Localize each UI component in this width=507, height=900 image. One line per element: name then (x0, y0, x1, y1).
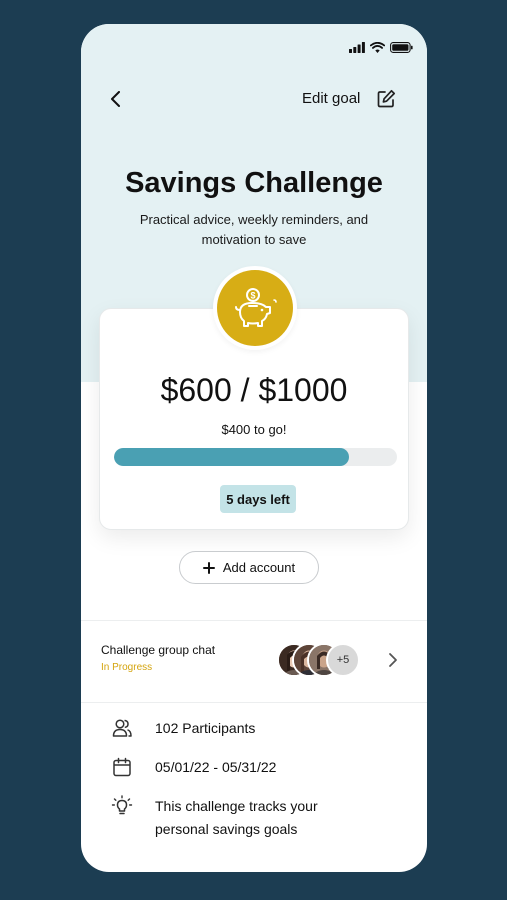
signal-icon (349, 42, 365, 53)
page-title: Savings Challenge (125, 167, 383, 199)
days-left-badge: 5 days left (220, 485, 296, 513)
chevron-right-icon (389, 653, 397, 667)
participants-count: 102 Participants (155, 720, 256, 736)
chat-title: Challenge group chat (101, 643, 216, 657)
wifi-icon (370, 42, 385, 53)
participant-avatars: +5 (277, 643, 367, 677)
back-arrow-icon (111, 91, 120, 107)
calendar-icon (113, 757, 131, 777)
dates-row: 05/01/22 - 05/31/22 (111, 756, 276, 779)
page-subtitle: Practical advice, weekly reminders, and … (139, 212, 369, 247)
progress-bar (114, 448, 397, 466)
description-row: This challenge tracks your personal savi… (111, 795, 355, 841)
battery-icon (390, 42, 413, 53)
svg-text:$: $ (250, 291, 255, 301)
back-button[interactable] (105, 88, 127, 110)
participants-row: 102 Participants (111, 717, 255, 740)
challenge-description: This challenge tracks your personal savi… (155, 798, 318, 837)
edit-goal-link[interactable]: Edit goal (302, 90, 360, 107)
more-participants-badge: +5 (326, 643, 360, 677)
lightbulb-icon (111, 795, 133, 815)
coin: $ (217, 270, 293, 346)
divider (81, 702, 427, 703)
add-account-label: Add account (222, 560, 296, 575)
edit-icon[interactable] (375, 88, 397, 110)
phone-screen: Edit goal Savings Challenge Practical ad… (81, 24, 427, 872)
plus-icon (202, 561, 215, 574)
group-chat-row[interactable]: Challenge group chat In Progress +5 (81, 621, 427, 701)
participants-icon (112, 719, 132, 737)
progress-fill (114, 448, 349, 466)
piggy-bank-icon: $ (235, 288, 277, 327)
add-account-button[interactable]: Add account (179, 551, 319, 584)
status-bar (349, 42, 413, 53)
coin-badge: $ (213, 266, 297, 350)
challenge-dates: 05/01/22 - 05/31/22 (155, 759, 277, 775)
amount-remaining: $400 to go! (221, 422, 287, 437)
chat-status: In Progress (101, 662, 153, 673)
savings-amount: $600 / $1000 (160, 372, 348, 408)
